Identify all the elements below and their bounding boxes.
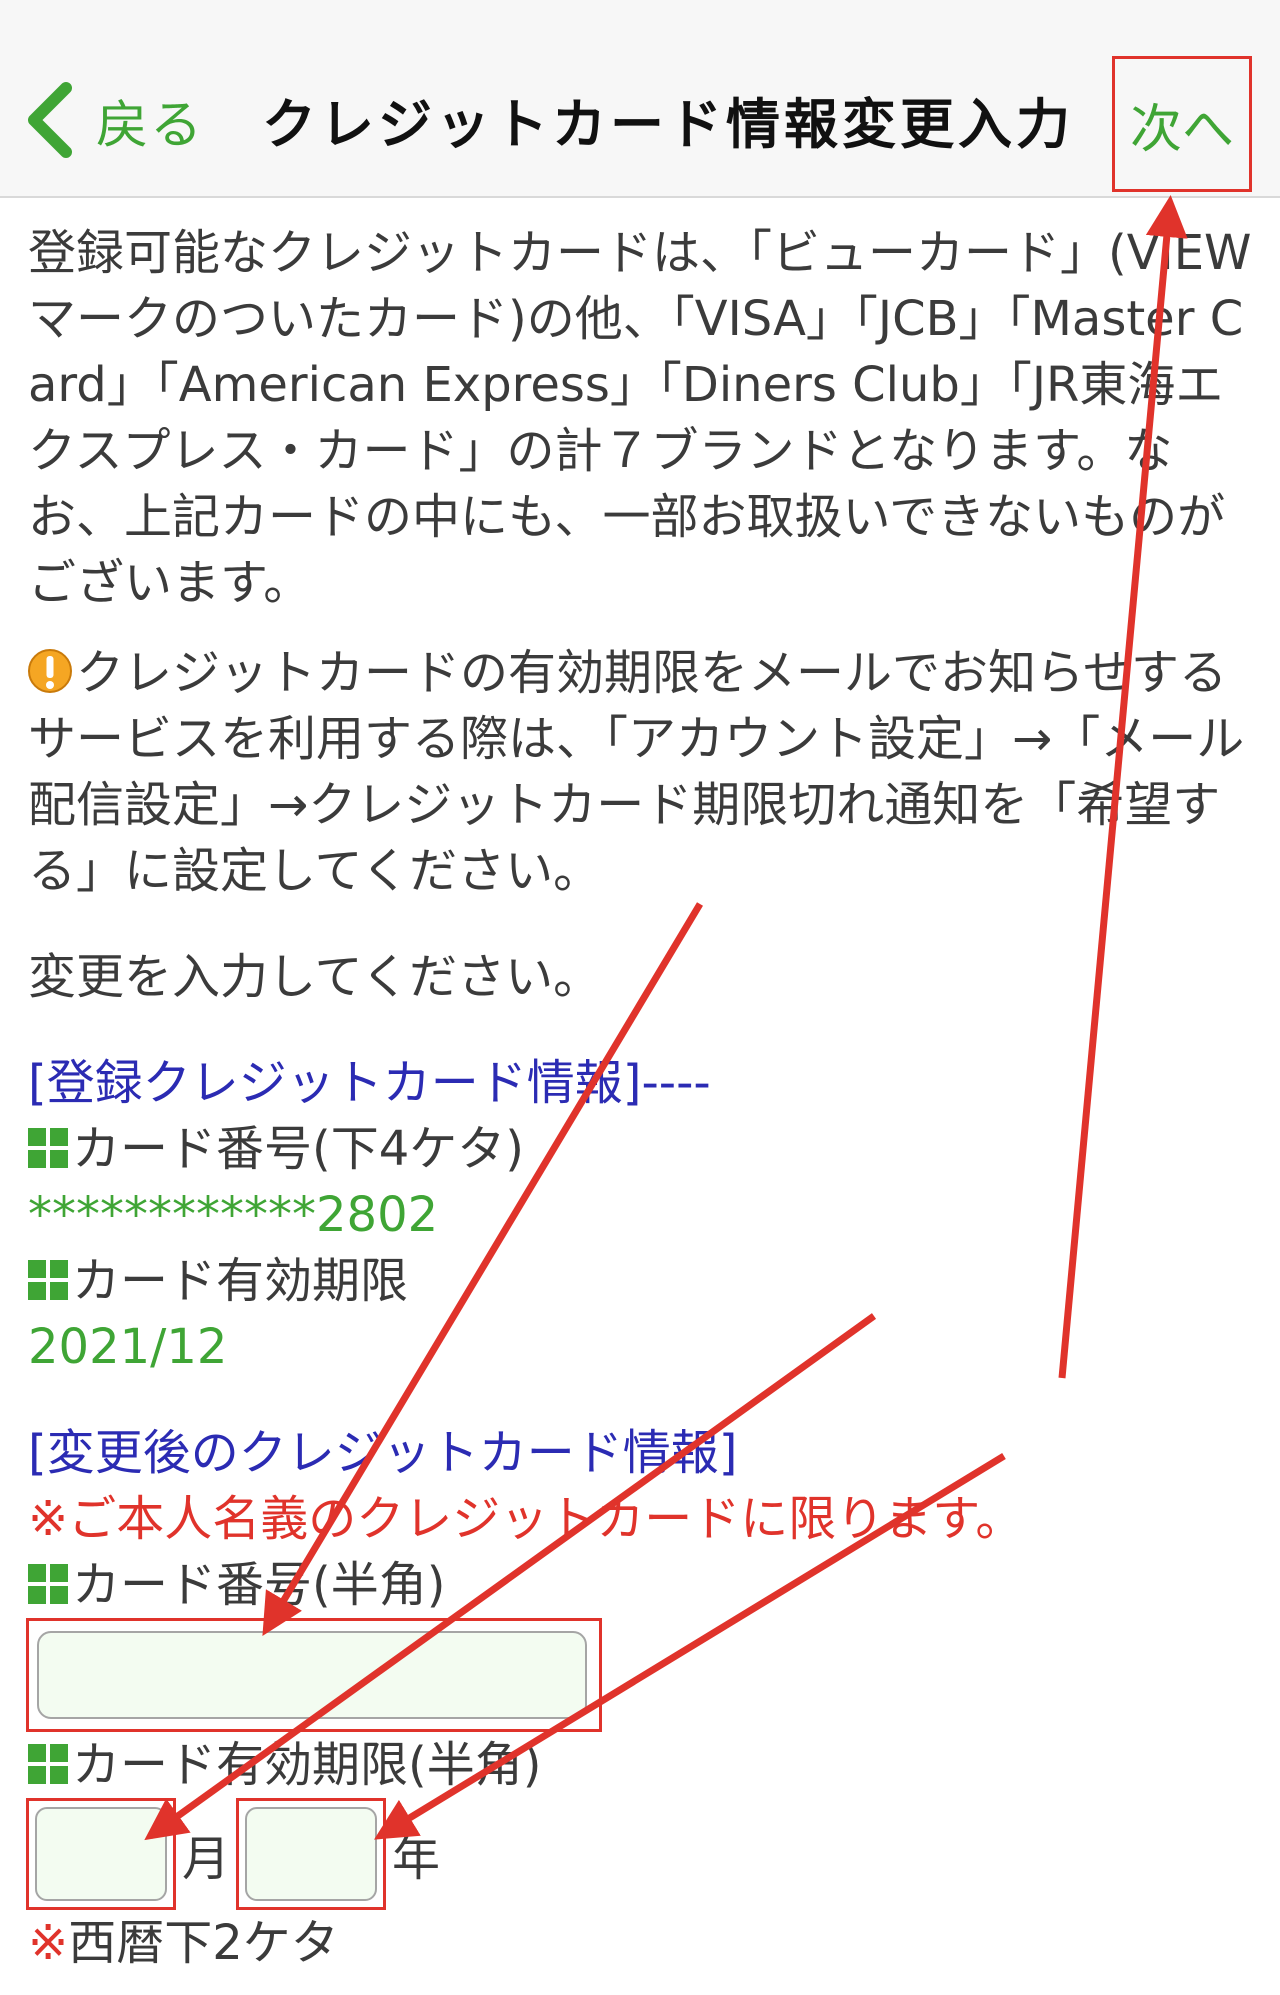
new-card-heading: [変更後のクレジットカード情報] xyxy=(28,1425,738,1481)
notice-text: クレジットカードの有効期限をメールでお知らせするサービスを利用する際は、「アカウ… xyxy=(28,645,1245,899)
back-button[interactable]: 戻る xyxy=(22,70,204,170)
card-number-input[interactable] xyxy=(37,1631,587,1719)
registered-expiry-label: カード有効期限 xyxy=(28,1248,1258,1314)
page-title: クレジットカード情報変更入力 xyxy=(262,93,1074,156)
next-button[interactable]: 次へ xyxy=(1112,56,1252,192)
year-unit-label: 年 xyxy=(392,1831,441,1887)
registered-card-number-value: ************2802 xyxy=(28,1187,439,1243)
main-content: 登録可能なクレジットカードは、「ビューカード」(VIEWマークのついたカード)の… xyxy=(26,220,1258,1976)
expiry-year-input[interactable] xyxy=(245,1807,378,1901)
warning-icon xyxy=(28,649,72,693)
back-label: 戻る xyxy=(96,95,205,156)
registered-card-heading: [登録クレジットカード情報]---- xyxy=(28,1055,711,1111)
expiry-row: 月 年 xyxy=(26,1798,1258,1910)
owner-notice: ※ご本人名義のクレジットカードに限ります。 xyxy=(28,1491,1024,1547)
instruction-text: 変更を入力してください。 xyxy=(28,949,602,1005)
chevron-left-icon xyxy=(28,82,72,158)
green-square-icon xyxy=(28,1744,68,1784)
green-square-icon xyxy=(28,1128,68,1168)
year-highlight xyxy=(236,1798,387,1910)
card-number-highlight xyxy=(26,1618,602,1732)
month-unit-label: 月 xyxy=(182,1831,231,1887)
notice-paragraph: クレジットカードの有効期限をメールでお知らせするサービスを利用する際は、「アカウ… xyxy=(28,640,1258,904)
new-card-number-label: カード番号(半角) xyxy=(28,1552,1258,1618)
expiry-month-input[interactable] xyxy=(35,1807,167,1901)
green-square-icon xyxy=(28,1564,68,1604)
year-hint: ※西暦下2ケタ xyxy=(28,1915,339,1971)
new-expiry-label: カード有効期限(半角) xyxy=(28,1732,1258,1798)
nav-header: 戻る クレジットカード情報変更入力 次へ xyxy=(0,0,1280,198)
intro-text: 登録可能なクレジットカードは、「ビューカード」(VIEWマークのついたカード)の… xyxy=(28,225,1252,611)
registered-card-number-label: カード番号(下4ケタ) xyxy=(28,1116,1258,1182)
month-highlight xyxy=(26,1798,176,1910)
registered-expiry-value: 2021/12 xyxy=(28,1319,228,1375)
green-square-icon xyxy=(28,1260,68,1300)
year-hint-mark: ※ xyxy=(28,1915,69,1971)
